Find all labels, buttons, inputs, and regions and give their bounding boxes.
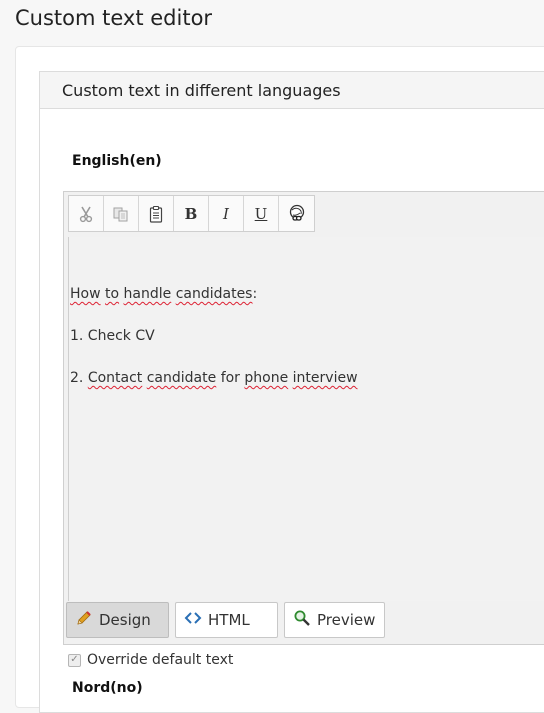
bold-button[interactable]: B	[174, 196, 209, 231]
clipboard-icon	[147, 205, 165, 223]
design-mode-button[interactable]: Design	[66, 602, 169, 638]
misspelled-word: handle	[123, 286, 172, 302]
design-mode-label: Design	[99, 611, 151, 629]
copy-button[interactable]	[104, 196, 139, 231]
pencil-icon	[75, 609, 93, 631]
insert-link-button[interactable]	[279, 196, 314, 231]
copy-icon	[112, 205, 130, 223]
override-default-checkbox[interactable]: ✓	[68, 653, 81, 667]
html-mode-label: HTML	[208, 611, 250, 629]
misspelled-word: candidates	[175, 286, 253, 302]
scissors-icon	[77, 205, 95, 223]
code-icon	[184, 609, 202, 631]
bold-icon: B	[184, 204, 198, 223]
panel-title: Custom text in different languages	[62, 81, 341, 100]
magnifier-icon	[293, 609, 311, 631]
misspelled-word: Contact	[87, 370, 143, 386]
content-word: for	[220, 370, 240, 386]
editor-toolbar: B I U	[68, 195, 315, 232]
preview-mode-button[interactable]: Preview	[284, 602, 385, 638]
link-icon	[287, 204, 307, 224]
language-label: English(en)	[72, 153, 162, 169]
misspelled-word: candidate	[146, 370, 217, 386]
override-default-label: Override default text	[87, 652, 234, 668]
misspelled-word: How	[70, 286, 101, 302]
misspelled-word: interview	[292, 370, 358, 386]
rich-text-editor: B I U How to handle candidates: 1. Check…	[63, 191, 544, 645]
content-punctuation: :	[252, 286, 258, 302]
content-line: 2. Contact candidate for phone interview	[70, 370, 358, 386]
italic-button[interactable]: I	[209, 196, 244, 231]
content-line: 1. Check CV	[70, 328, 155, 344]
cut-button[interactable]	[69, 196, 104, 231]
language-label: Nord(no)	[72, 680, 143, 696]
preview-mode-label: Preview	[317, 611, 376, 629]
editor-content[interactable]: How to handle candidates: 1. Check CV 2.…	[68, 237, 544, 601]
html-mode-button[interactable]: HTML	[175, 602, 278, 638]
editor-mode-tabs: Design HTML Preview	[66, 602, 385, 640]
content-line: How to handle candidates:	[70, 286, 257, 302]
italic-icon: I	[223, 204, 229, 223]
override-default-row: ✓ Override default text	[68, 652, 233, 668]
misspelled-word: phone	[244, 370, 289, 386]
page-title: Custom text editor	[15, 6, 213, 30]
underline-icon: U	[254, 204, 268, 223]
paste-button[interactable]	[139, 196, 174, 231]
underline-button[interactable]: U	[244, 196, 279, 231]
content-prefix: 2.	[70, 370, 88, 386]
misspelled-word: to	[105, 286, 120, 302]
panel-header: Custom text in different languages	[40, 72, 544, 109]
